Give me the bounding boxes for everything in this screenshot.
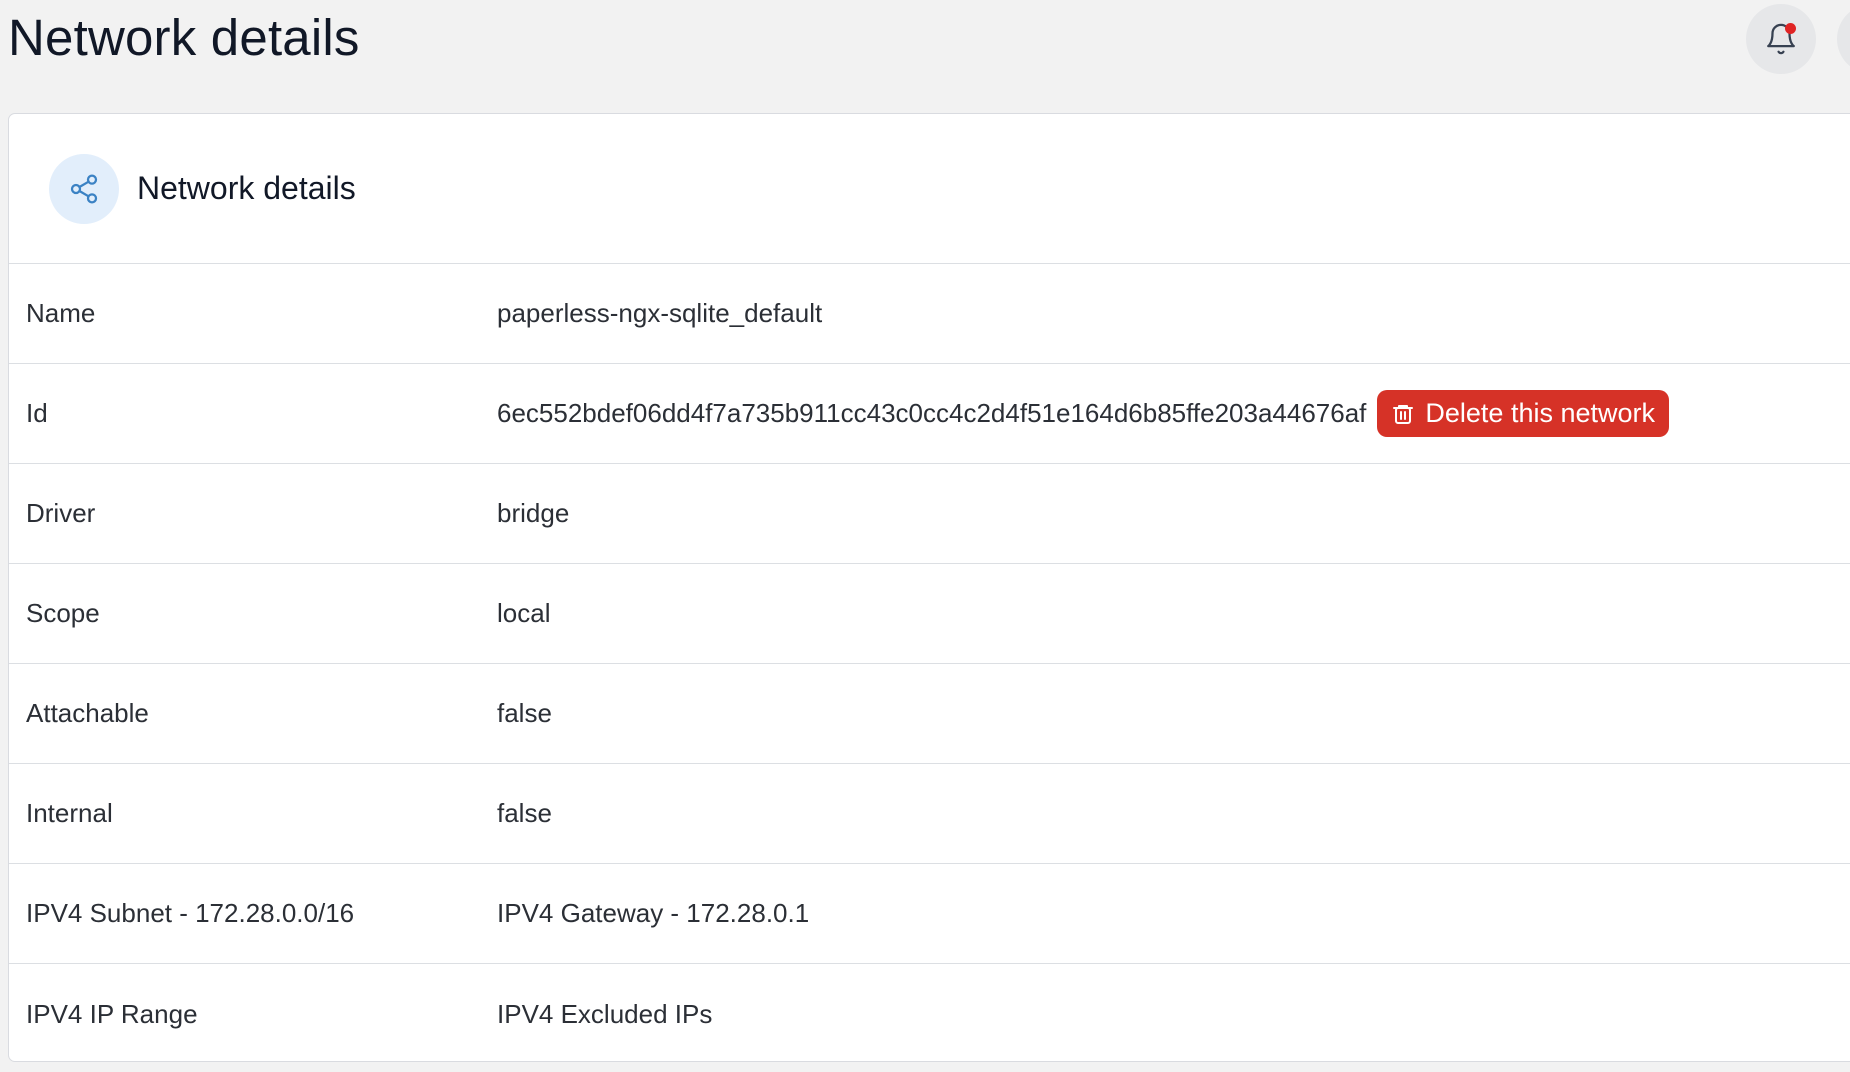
detail-key: Scope — [26, 598, 100, 628]
detail-row-scope: Scope local — [9, 564, 1850, 664]
delete-network-button[interactable]: Delete this network — [1377, 390, 1670, 437]
detail-value: local — [497, 598, 551, 628]
delete-network-label: Delete this network — [1425, 398, 1656, 428]
notifications-button[interactable] — [1746, 4, 1816, 74]
user-menu-button[interactable] — [1837, 4, 1850, 74]
card-header: Network details — [9, 114, 1850, 264]
detail-key: Id — [26, 398, 48, 428]
detail-row-ipv4-ip-range: IPV4 IP Range IPV4 Excluded IPs — [9, 964, 1850, 1061]
detail-value: IPV4 Excluded IPs — [497, 998, 713, 1029]
detail-value: IPV4 Gateway - 172.28.0.1 — [497, 898, 810, 928]
detail-key: IPV4 IP Range — [26, 998, 198, 1029]
detail-value: paperless-ngx-sqlite_default — [497, 298, 823, 328]
trash-icon — [1391, 401, 1415, 427]
detail-key: Attachable — [26, 698, 149, 728]
card-title: Network details — [137, 170, 356, 206]
detail-value: false — [497, 798, 552, 828]
detail-row-internal: Internal false — [9, 764, 1850, 864]
detail-value: bridge — [497, 498, 570, 528]
share-network-icon — [68, 173, 100, 205]
detail-key: IPV4 Subnet - 172.28.0.0/16 — [26, 898, 355, 928]
detail-key: Driver — [26, 498, 96, 528]
detail-key: Name — [26, 298, 96, 328]
card-icon-badge — [49, 153, 119, 224]
detail-value: false — [497, 698, 552, 728]
detail-value: 6ec552bdef06dd4f7a735b911cc43c0cc4c2d4f5… — [497, 398, 1367, 428]
network-details-card: Network details Name paperless-ngx-sqlit… — [8, 113, 1850, 1062]
detail-row-driver: Driver bridge — [9, 464, 1850, 564]
detail-row-attachable: Attachable false — [9, 664, 1850, 764]
detail-row-id: Id 6ec552bdef06dd4f7a735b911cc43c0cc4c2d… — [9, 364, 1850, 464]
page-title: Network details — [8, 9, 360, 66]
detail-key: Internal — [26, 798, 113, 828]
detail-row-name: Name paperless-ngx-sqlite_default — [9, 264, 1850, 364]
detail-row-ipv4-subnet: IPV4 Subnet - 172.28.0.0/16 IPV4 Gateway… — [9, 864, 1850, 964]
notification-badge — [1785, 23, 1796, 34]
